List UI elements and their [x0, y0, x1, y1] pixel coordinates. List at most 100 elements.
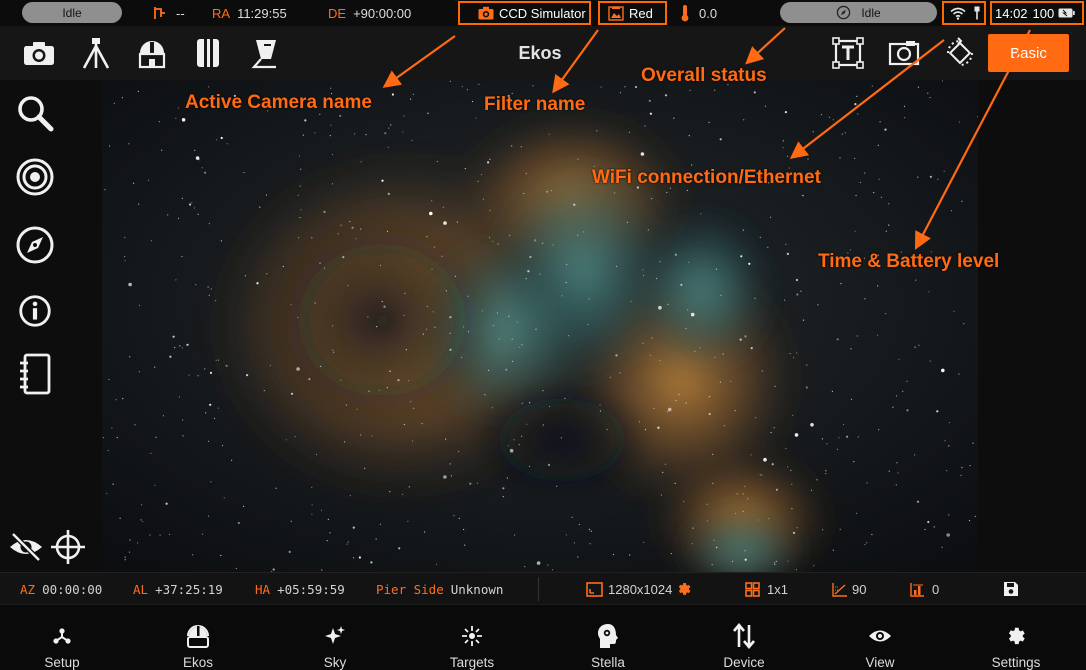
star	[119, 517, 121, 519]
star	[154, 366, 156, 368]
left-status-pill[interactable]: Idle	[22, 2, 122, 23]
star	[290, 304, 292, 306]
nav-setup[interactable]: Setup	[2, 605, 122, 670]
star	[124, 256, 126, 258]
thermometer-icon	[681, 5, 689, 22]
star	[961, 200, 963, 202]
ra-status: RA 11:29:55	[212, 0, 287, 26]
star	[747, 498, 749, 500]
star	[929, 96, 931, 99]
star	[207, 515, 210, 517]
nav-ekos-label: Ekos	[182, 655, 213, 670]
star	[210, 288, 212, 290]
star	[308, 378, 311, 381]
search-button[interactable]	[14, 92, 56, 134]
filter-name: Red	[629, 5, 653, 21]
star	[182, 435, 184, 437]
star	[188, 374, 190, 376]
info-divider	[538, 577, 539, 601]
star	[651, 198, 653, 200]
save-button[interactable]	[1003, 573, 1019, 605]
mount-button[interactable]	[78, 35, 114, 71]
network-status-box[interactable]	[942, 1, 986, 25]
star	[319, 262, 321, 264]
star	[775, 488, 779, 491]
star	[596, 130, 598, 132]
basic-mode-button[interactable]: Basic	[988, 34, 1069, 72]
star	[311, 486, 313, 488]
star	[489, 237, 491, 239]
star	[464, 544, 466, 546]
star	[664, 94, 668, 97]
star	[402, 131, 404, 133]
star	[186, 343, 189, 346]
nav-stella[interactable]: Stella	[548, 605, 668, 670]
star	[936, 410, 939, 413]
star	[832, 549, 835, 551]
offset-setting[interactable]: 0	[910, 573, 939, 605]
star	[388, 127, 390, 129]
gain-setting[interactable]: 90	[832, 573, 866, 605]
star	[787, 466, 789, 468]
star	[109, 145, 111, 147]
resolution-setting[interactable]: 1280x1024	[586, 573, 692, 605]
star	[795, 569, 798, 571]
filter-status-box[interactable]: Red	[598, 1, 667, 25]
star	[739, 338, 742, 341]
star	[832, 119, 834, 121]
star	[472, 100, 474, 103]
star	[653, 407, 655, 410]
star	[691, 164, 693, 166]
nav-view[interactable]: View	[820, 605, 940, 670]
star	[349, 494, 351, 497]
optical-train-button[interactable]	[247, 35, 283, 71]
overall-status-pill[interactable]: Idle	[780, 2, 937, 23]
star	[442, 206, 444, 208]
star	[577, 234, 579, 236]
camera-icon	[478, 6, 494, 20]
camera-status-box[interactable]: CCD Simulator	[458, 1, 591, 25]
star	[133, 182, 135, 184]
nav-targets[interactable]: Targets	[412, 605, 532, 670]
image-viewer[interactable]	[102, 80, 978, 572]
target-button[interactable]	[14, 156, 56, 198]
preview-frame-button[interactable]	[886, 35, 922, 71]
capture-camera-button[interactable]	[21, 35, 57, 71]
star	[770, 431, 772, 434]
toggle-visibility-button[interactable]	[6, 527, 46, 567]
star	[736, 493, 738, 495]
star	[511, 338, 513, 340]
nav-settings[interactable]: Settings	[956, 605, 1076, 670]
star	[288, 550, 291, 553]
crosshair-button[interactable]	[48, 527, 88, 567]
info-button[interactable]	[14, 290, 56, 332]
star	[516, 321, 518, 323]
observatory-button[interactable]	[134, 35, 170, 71]
binning-setting[interactable]: 1x1	[745, 573, 788, 605]
star	[272, 568, 275, 571]
star	[943, 170, 945, 172]
star	[311, 513, 313, 515]
nav-device[interactable]: Device	[684, 605, 804, 670]
compass-button[interactable]	[14, 224, 56, 266]
star	[364, 467, 366, 469]
star	[716, 546, 718, 548]
star	[122, 398, 124, 400]
nav-sky[interactable]: Sky	[275, 605, 395, 670]
star	[564, 397, 566, 399]
nav-ekos[interactable]: Ekos	[138, 605, 258, 670]
text-overlay-button[interactable]	[830, 35, 866, 71]
mount-icon	[154, 7, 165, 19]
notebook-button[interactable]	[14, 353, 56, 395]
star	[740, 255, 743, 258]
star	[649, 354, 652, 356]
filter-wheel-button[interactable]	[190, 35, 226, 71]
rotate-button[interactable]	[942, 35, 978, 71]
star	[102, 437, 104, 439]
star	[878, 178, 880, 180]
bottom-navigation: Setup Ekos Sky Targets Stella Device Vie…	[0, 604, 1086, 670]
star	[974, 515, 976, 517]
star	[764, 105, 767, 107]
star	[742, 510, 744, 512]
star	[825, 470, 827, 472]
